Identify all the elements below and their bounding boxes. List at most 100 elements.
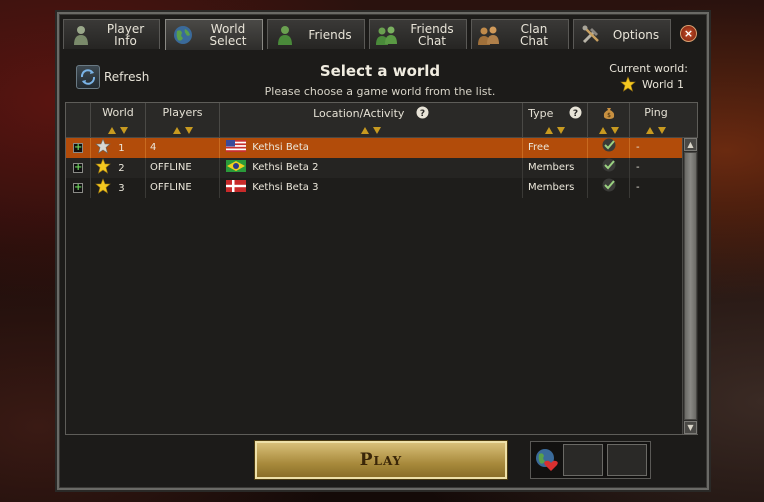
friends-icon [274, 24, 296, 46]
tab-label: Friends [308, 27, 352, 42]
tab-world-select[interactable]: World Select [165, 19, 263, 50]
expand-icon[interactable]: + [73, 163, 83, 173]
star-icon [620, 76, 636, 92]
sort-arrows-icon[interactable] [106, 125, 130, 135]
tab-label: Info [114, 33, 137, 48]
quick-slot[interactable] [607, 444, 647, 476]
tab-label: Chat [417, 33, 447, 48]
column-label: Ping [644, 106, 668, 119]
tab-options[interactable]: Options [573, 19, 671, 49]
svg-text:?: ? [420, 109, 425, 119]
world-location: Kethsi Beta 3 [252, 182, 319, 193]
money-bag-icon: $ [603, 108, 614, 119]
current-world-value: World 1 [642, 78, 685, 91]
table-row[interactable]: + 1 4 Kethsi Beta Free - [66, 138, 683, 158]
tools-icon [580, 24, 602, 46]
world-number: 3 [118, 183, 125, 194]
tab-label: Select [209, 34, 247, 48]
page-subtitle: Please choose a game world from the list… [264, 85, 496, 98]
table-header: World Players Location/Activity ? Type ?… [66, 103, 697, 138]
star-icon [95, 158, 111, 174]
tab-friends-chat[interactable]: Friends Chat [369, 19, 467, 49]
sort-arrows-icon[interactable] [171, 125, 195, 135]
svg-text:$: $ [607, 112, 611, 119]
page-title: Select a world [319, 62, 441, 80]
scroll-thumb[interactable] [684, 152, 697, 420]
star-icon [95, 138, 111, 154]
sort-arrows-icon[interactable] [597, 125, 621, 135]
column-header-expand [66, 103, 91, 137]
column-label: $ [588, 106, 629, 120]
column-label: Players [162, 106, 203, 119]
tab-player-info[interactable]: Player Info [63, 19, 160, 49]
column-header-members[interactable]: $ [588, 103, 630, 137]
check-icon [602, 158, 615, 172]
tab-label: Clan [520, 21, 548, 36]
expand-icon[interactable]: + [73, 183, 83, 193]
tab-label: Options [612, 27, 660, 42]
check-icon [602, 138, 615, 152]
quick-slot[interactable] [563, 444, 603, 476]
world-type: Free [523, 138, 588, 158]
vertical-scrollbar[interactable]: ▲ ▼ [682, 138, 698, 434]
scroll-down-icon[interactable]: ▼ [684, 421, 697, 434]
world-location: Kethsi Beta 2 [252, 162, 319, 173]
play-button[interactable]: Play [255, 441, 507, 479]
star-icon [95, 178, 111, 194]
sort-arrows-icon[interactable] [543, 125, 567, 135]
table-row[interactable]: + 2 OFFLINE Kethsi Beta 2 Members - [66, 158, 683, 178]
flag-us-icon [226, 140, 246, 152]
tab-bar: Player Info World Select Friends Friends Ch… [63, 19, 703, 50]
help-icon[interactable]: ? [416, 106, 429, 119]
column-label: World [102, 106, 134, 119]
globe-icon [172, 24, 194, 46]
current-world-label: Current world: [609, 62, 688, 75]
flag-dk-icon [226, 180, 246, 192]
column-label-text: Type [528, 107, 554, 120]
column-label-text: Location/Activity [313, 107, 405, 120]
column-label: Type ? [523, 106, 587, 120]
tab-friends[interactable]: Friends [267, 19, 365, 49]
world-type: Members [523, 158, 588, 178]
player-icon [70, 24, 92, 46]
refresh-button[interactable] [76, 65, 100, 89]
tab-label: Friends [410, 21, 454, 36]
play-label: Play [359, 450, 403, 470]
column-header-type[interactable]: Type ? [523, 103, 588, 137]
world-location: Kethsi Beta [252, 142, 309, 153]
world-heart-icon[interactable] [534, 447, 560, 477]
world-number: 2 [118, 163, 125, 174]
column-label: Location/Activity ? [220, 106, 522, 120]
world-number: 1 [118, 143, 125, 154]
ping-value: - [636, 162, 640, 173]
world-type: Members [523, 178, 588, 198]
column-header-players[interactable]: Players [146, 103, 220, 137]
sort-arrows-icon[interactable] [359, 125, 383, 135]
close-button[interactable]: × [680, 25, 697, 42]
column-header-location[interactable]: Location/Activity ? [220, 103, 523, 137]
refresh-icon [80, 69, 96, 85]
ping-value: - [636, 142, 640, 153]
column-header-ping[interactable]: Ping [630, 103, 682, 137]
tab-label: Chat [519, 33, 549, 48]
tab-label: Player [106, 21, 145, 36]
expand-icon[interactable]: + [73, 143, 83, 153]
quick-slots [530, 441, 651, 479]
refresh-label[interactable]: Refresh [104, 70, 149, 84]
table-row[interactable]: + 3 OFFLINE Kethsi Beta 3 Members - [66, 178, 683, 198]
ping-value: - [636, 182, 640, 193]
player-count: 4 [146, 138, 220, 158]
help-icon[interactable]: ? [569, 106, 582, 119]
check-icon [602, 178, 615, 192]
sort-arrows-icon[interactable] [644, 125, 668, 135]
friends-chat-icon [376, 24, 398, 46]
tab-clan-chat[interactable]: Clan Chat [471, 19, 569, 49]
player-count: OFFLINE [146, 178, 220, 198]
world-list-table: World Players Location/Activity ? Type ?… [65, 102, 698, 435]
player-count: OFFLINE [146, 158, 220, 178]
column-header-world[interactable]: World [91, 103, 146, 137]
clan-chat-icon [478, 24, 500, 46]
close-icon: × [683, 27, 694, 40]
scroll-up-icon[interactable]: ▲ [684, 138, 697, 151]
svg-text:?: ? [573, 109, 578, 119]
